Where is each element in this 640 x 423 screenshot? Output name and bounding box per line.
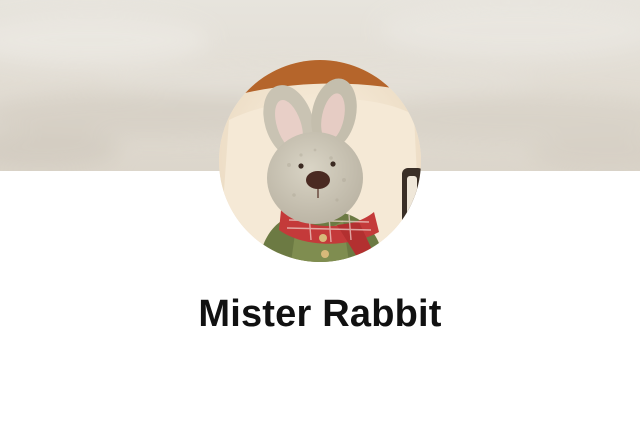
profile-avatar[interactable]	[219, 60, 421, 262]
rabbit-plush-image	[219, 60, 421, 262]
profile-name: Mister Rabbit	[198, 293, 442, 335]
